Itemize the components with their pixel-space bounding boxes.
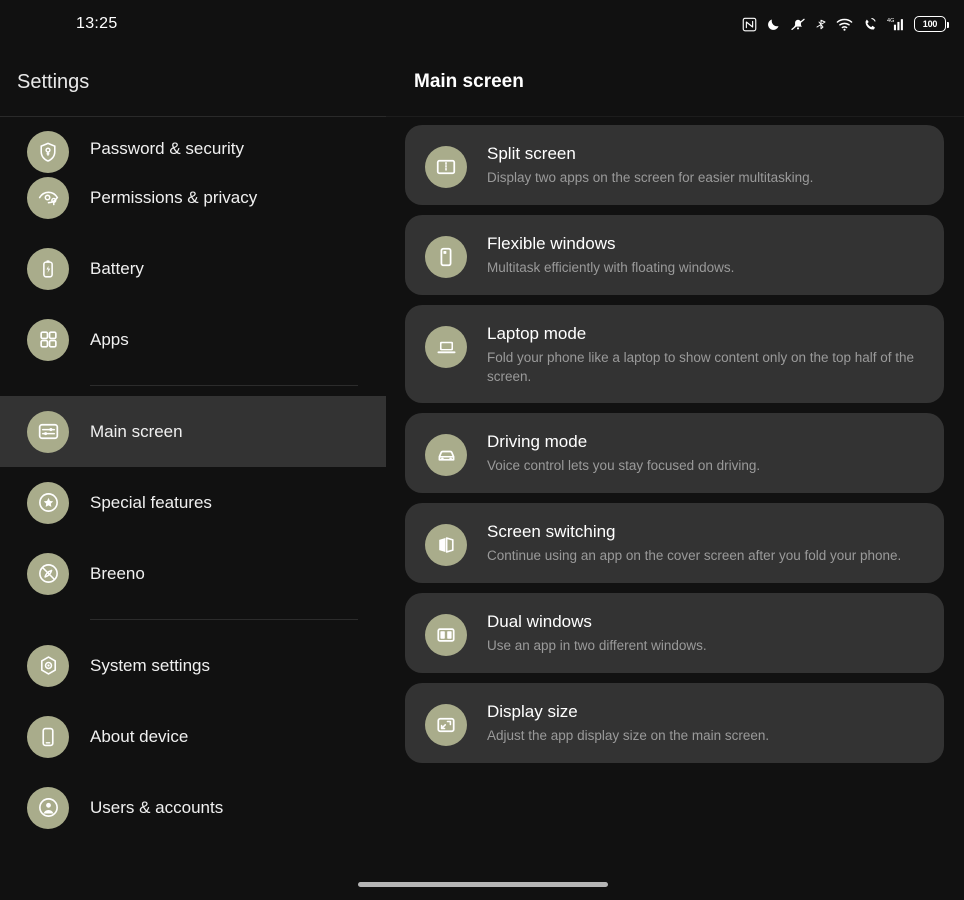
sidebar-item-label: System settings [90, 655, 210, 675]
card-text: Laptop mode Fold your phone like a lapto… [487, 322, 926, 386]
card-text: Flexible windows Multitask efficiently w… [487, 232, 738, 277]
page-title: Main screen [414, 71, 524, 92]
sidebar-item-label: Main screen [90, 421, 183, 441]
card-title: Driving mode [487, 432, 588, 451]
sidebar-item-system-settings[interactable]: System settings [0, 630, 386, 701]
main-screen-panel: Main screen Split screen Display two app… [386, 48, 964, 900]
status-icon-group: 4G 100 [742, 16, 949, 32]
card-text: Display size Adjust the app display size… [487, 700, 773, 745]
card-description: Continue using an app on the cover scree… [487, 548, 902, 563]
sidebar-item-breeno[interactable]: Breeno [0, 538, 386, 609]
card-title: Screen switching [487, 522, 616, 541]
card-description: Display two apps on the screen for easie… [487, 170, 814, 185]
card-description: Multitask efficiently with floating wind… [487, 260, 735, 275]
sidebar-divider [90, 385, 358, 386]
status-clock: 13:25 [76, 15, 118, 32]
sidebar-item-password-security[interactable]: Password & security [0, 117, 386, 173]
sidebar-item-apps[interactable]: Apps [0, 304, 386, 375]
sidebar-item-about-device[interactable]: About device [0, 701, 386, 772]
sidebar-item-label: Permissions & privacy [90, 187, 258, 207]
sidebar-item-label: About device [90, 726, 189, 746]
card-title: Dual windows [487, 612, 592, 631]
volte-call-icon [865, 17, 876, 30]
nfc-icon [742, 17, 757, 31]
settings-card-list: Split screen Display two apps on the scr… [386, 117, 964, 763]
status-bar: 13:25 4G 100 [0, 0, 964, 48]
card-driving-mode[interactable]: Driving mode Voice control lets you stay… [405, 413, 944, 493]
card-description: Use an app in two different windows. [487, 638, 707, 653]
card-title: Laptop mode [487, 324, 587, 343]
open-book-fold-icon [425, 524, 467, 566]
card-split-screen[interactable]: Split screen Display two apps on the scr… [405, 125, 944, 205]
sidebar-item-main-screen[interactable]: Main screen [0, 396, 386, 467]
breeno-assistant-icon [27, 552, 69, 595]
eye-privacy-icon [27, 176, 69, 219]
battery-icon: 100 [914, 16, 949, 32]
gear-hexagon-icon [27, 644, 69, 687]
card-text: Split screen Display two apps on the scr… [487, 142, 817, 187]
card-description: Adjust the app display size on the main … [487, 728, 770, 743]
user-account-icon [27, 786, 69, 829]
shield-key-icon [27, 131, 69, 173]
sidebar-divider [90, 619, 358, 620]
cellular-signal-4g-icon: 4G [887, 18, 903, 31]
sidebar-item-battery[interactable]: Battery [0, 233, 386, 304]
card-dual-windows[interactable]: Dual windows Use an app in two different… [405, 593, 944, 673]
split-screen-icon [425, 146, 467, 188]
do-not-disturb-moon-icon [768, 19, 779, 30]
phone-device-icon [27, 715, 69, 758]
sidebar-nav-list: Password & security Permissions & privac… [0, 117, 386, 843]
card-title: Flexible windows [487, 234, 616, 253]
bluetooth-icon [816, 19, 826, 29]
battery-level-text: 100 [922, 19, 938, 29]
settings-sidebar: Settings Password & security Permissions… [0, 48, 386, 900]
dual-windows-icon [425, 614, 467, 656]
sidebar-title: Settings [17, 70, 90, 93]
flexible-window-icon [425, 236, 467, 278]
sidebar-item-permissions-privacy[interactable]: Permissions & privacy [0, 162, 386, 233]
notifications-muted-icon [791, 18, 805, 30]
sidebar-item-label: Breeno [90, 563, 145, 583]
sidebar-item-special-features[interactable]: Special features [0, 467, 386, 538]
card-description: Fold your phone like a laptop to show co… [487, 350, 915, 384]
card-flexible-windows[interactable]: Flexible windows Multitask efficiently w… [405, 215, 944, 295]
card-description: Voice control lets you stay focused on d… [487, 458, 761, 473]
card-laptop-mode[interactable]: Laptop mode Fold your phone like a lapto… [405, 305, 944, 403]
sidebar-item-label: Apps [90, 329, 129, 349]
apps-grid-icon [27, 318, 69, 361]
sidebar-item-label: Special features [90, 492, 212, 512]
card-text: Dual windows Use an app in two different… [487, 610, 711, 655]
svg-text:4G: 4G [887, 18, 894, 24]
car-icon [425, 434, 467, 476]
card-title: Split screen [487, 144, 576, 163]
star-badge-icon [27, 481, 69, 524]
card-text: Screen switching Continue using an app o… [487, 520, 905, 565]
wifi-icon [836, 18, 853, 31]
card-text: Driving mode Voice control lets you stay… [487, 430, 764, 475]
sidebar-item-users-accounts[interactable]: Users & accounts [0, 772, 386, 843]
content-header: Main screen [386, 48, 964, 117]
sidebar-item-label: Users & accounts [90, 797, 224, 817]
sidebar-item-label: Password & security [90, 139, 244, 158]
settings-screen: 13:25 4G 100 Settings Password & securit… [0, 0, 964, 900]
card-screen-switching[interactable]: Screen switching Continue using an app o… [405, 503, 944, 583]
card-title: Display size [487, 702, 578, 721]
battery-icon [27, 247, 69, 290]
sliders-screen-icon [27, 410, 69, 453]
sidebar-item-label: Battery [90, 258, 144, 278]
card-display-size[interactable]: Display size Adjust the app display size… [405, 683, 944, 763]
sidebar-header: Settings [0, 48, 386, 117]
laptop-icon [425, 326, 467, 368]
gesture-navigation-bar[interactable] [358, 882, 608, 887]
display-size-icon [425, 704, 467, 746]
